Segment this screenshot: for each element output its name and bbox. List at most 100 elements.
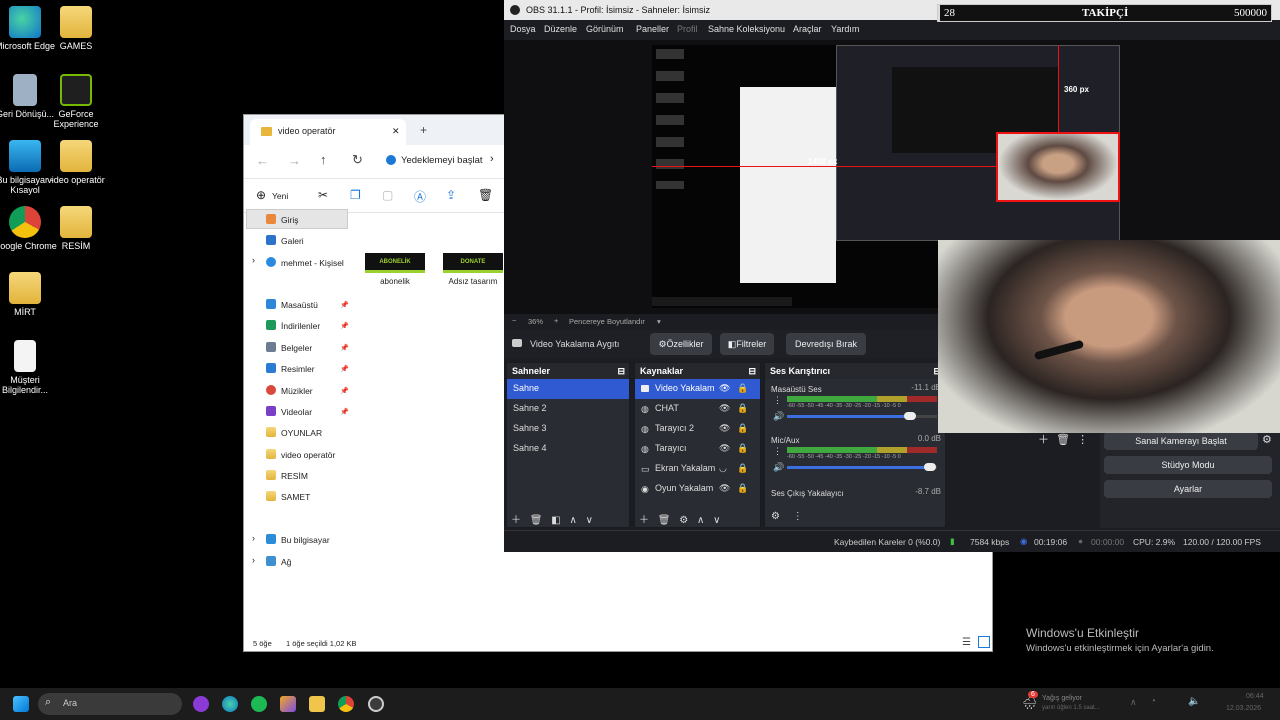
explorer-tab[interactable]: video operatör ✕ [250, 119, 406, 145]
lock-icon[interactable]: 🔒 [737, 483, 748, 494]
desktop-icon-resim[interactable]: RESİM [44, 206, 108, 251]
nav-item-documents[interactable]: Belgeler [266, 342, 312, 353]
close-icon[interactable]: ✕ [392, 126, 400, 137]
copy-icon[interactable]: ❐ [350, 188, 361, 202]
spotify-icon[interactable] [251, 696, 267, 712]
rename-icon[interactable]: Ⓐ [414, 188, 426, 205]
pin-icon[interactable]: 📌 [340, 387, 349, 395]
virtual-camera-button[interactable]: Sanal Kamerayı Başlat [1104, 432, 1258, 450]
forward-icon[interactable]: → [288, 153, 301, 168]
edge-icon[interactable] [222, 696, 238, 712]
studio-mode-button[interactable]: Stüdyo Modu [1104, 456, 1272, 474]
nav-item-music[interactable]: Müzikler [266, 385, 313, 396]
volume-handle[interactable] [904, 412, 916, 420]
source-item[interactable]: Video Yakalam 👁 🔒 [635, 379, 760, 399]
nav-item-onedrive[interactable]: mehmet - Kişisel [266, 257, 344, 268]
dock-menu-icon[interactable]: ⊟ [748, 366, 756, 377]
scene-item[interactable]: Sahne 2 [507, 399, 629, 419]
desktop-icon-games[interactable]: GAMES [44, 6, 108, 51]
trash-icon[interactable]: 🗑 [1056, 434, 1070, 446]
start-icon[interactable] [13, 696, 29, 712]
nav-item-gallery[interactable]: Galeri [266, 235, 304, 246]
kebab-icon[interactable]: ⋮ [773, 446, 782, 457]
clock-date[interactable]: 12.03.2026 [1226, 705, 1261, 712]
menu-scene-collection[interactable]: Sahne Koleksiyonu [708, 24, 785, 34]
volume-slider[interactable] [787, 412, 937, 420]
chevron-down-icon[interactable]: ▾ [657, 317, 661, 326]
eye-icon[interactable]: 👁 [719, 383, 730, 394]
copilot-app-icon[interactable] [280, 696, 296, 712]
menu-help[interactable]: Yardım [831, 24, 859, 34]
filters-button[interactable]: ◧Filtreler [720, 333, 774, 355]
eye-slash-icon[interactable]: ◡ [719, 463, 727, 474]
clock-time[interactable]: 06:44 [1246, 693, 1264, 700]
nav-item-resim[interactable]: RESİM [266, 470, 308, 481]
cut-icon[interactable]: ✂ [318, 188, 328, 202]
nav-item-oyunlar[interactable]: OYUNLAR [266, 427, 322, 438]
arrow-down-icon[interactable]: ∨ [713, 515, 720, 526]
nav-item-pictures[interactable]: Resimler [266, 363, 315, 374]
source-item[interactable]: ◍ Tarayıcı 👁 🔒 [635, 439, 760, 459]
file-explorer-icon[interactable] [309, 696, 325, 712]
trash-icon[interactable]: 🗑 [658, 515, 671, 526]
chevron-right-icon[interactable]: › [252, 533, 255, 543]
lock-icon[interactable]: 🔒 [737, 383, 748, 394]
refresh-icon[interactable]: ↻ [352, 152, 363, 168]
nav-item-home[interactable]: Giriş [266, 214, 298, 225]
new-button[interactable]: Yeni [272, 191, 288, 201]
eye-icon[interactable]: 👁 [719, 403, 730, 414]
settings-button[interactable]: Ayarlar [1104, 480, 1272, 498]
source-item[interactable]: ◍ Tarayıcı 2 👁 🔒 [635, 419, 760, 439]
gear-icon[interactable]: ⚙ [679, 515, 688, 526]
details-view-icon[interactable]: ☰ [962, 637, 971, 648]
kebab-icon[interactable]: ⋮ [1077, 434, 1088, 446]
menu-tools[interactable]: Araçlar [793, 24, 822, 34]
tiles-view-icon[interactable] [978, 636, 990, 648]
zoom-in-button[interactable]: + [554, 316, 558, 325]
weather-widget[interactable]: 🌧 6 Yağış geliyor yarın öğlen 1.5 saat..… [1020, 691, 1130, 717]
menu-profile[interactable]: Profil [677, 24, 698, 34]
arrow-up-icon[interactable]: ∧ [697, 515, 704, 526]
desktop-icon-geforce[interactable]: GeForce Experience [44, 74, 108, 129]
copilot-icon[interactable] [193, 696, 209, 712]
pin-icon[interactable]: 📌 [340, 322, 349, 330]
obs-icon[interactable] [368, 696, 384, 712]
backup-button[interactable]: Yedeklemeyi başlat [401, 155, 483, 166]
volume-icon[interactable]: 🔈 [1188, 696, 1200, 707]
pin-icon[interactable]: 📌 [340, 344, 349, 352]
pin-icon[interactable]: 📌 [340, 408, 349, 416]
deactivate-button[interactable]: Devredışı Bırak [786, 333, 866, 355]
speaker-icon[interactable]: 🔊 [773, 411, 784, 422]
share-icon[interactable]: ⇪ [446, 188, 456, 202]
menu-view[interactable]: Görünüm [586, 24, 624, 34]
kebab-icon[interactable]: ⋮ [773, 395, 782, 406]
volume-slider[interactable] [787, 463, 937, 471]
properties-button[interactable]: ⚙Özellikler [650, 333, 712, 355]
menu-edit[interactable]: Düzenle [544, 24, 577, 34]
file-item[interactable]: DONATE Adsız tasarım [440, 253, 506, 286]
desktop-icon-mirt[interactable]: MİRT [0, 272, 57, 317]
nav-item-samet[interactable]: SAMET [266, 491, 310, 502]
nav-item-downloads[interactable]: İndirilenler [266, 320, 320, 331]
lock-icon[interactable]: 🔒 [737, 403, 748, 414]
nav-item-this-pc[interactable]: Bu bilgisayar [266, 534, 330, 545]
eye-icon[interactable]: 👁 [719, 423, 730, 434]
add-icon[interactable]: ＋ [511, 515, 521, 526]
new-tab-button[interactable]: + [420, 123, 427, 137]
source-item[interactable]: ▭ Ekran Yakalam ◡ 🔒 [635, 459, 760, 479]
arrow-down-icon[interactable]: ∨ [586, 515, 593, 526]
chevron-up-icon[interactable]: ∧ [1130, 697, 1137, 708]
wifi-icon[interactable]: ◔ [1150, 696, 1156, 707]
scene-item[interactable]: Sahne 3 [507, 419, 629, 439]
scene-item[interactable]: Sahne [507, 379, 629, 399]
lock-icon[interactable]: 🔒 [737, 443, 748, 454]
pin-icon[interactable]: 📌 [340, 301, 349, 309]
fit-window-button[interactable]: Pencereye Boyutlandır [569, 317, 645, 326]
back-icon[interactable]: ← [256, 153, 269, 168]
gear-icon[interactable]: ⚙ [1262, 433, 1272, 446]
preview-webcam-source[interactable] [996, 132, 1120, 202]
dock-menu-icon[interactable]: ⊟ [617, 366, 625, 377]
lock-icon[interactable]: 🔒 [737, 423, 748, 434]
trash-icon[interactable]: 🗑 [530, 515, 543, 526]
source-item[interactable]: ◍ CHAT 👁 🔒 [635, 399, 760, 419]
